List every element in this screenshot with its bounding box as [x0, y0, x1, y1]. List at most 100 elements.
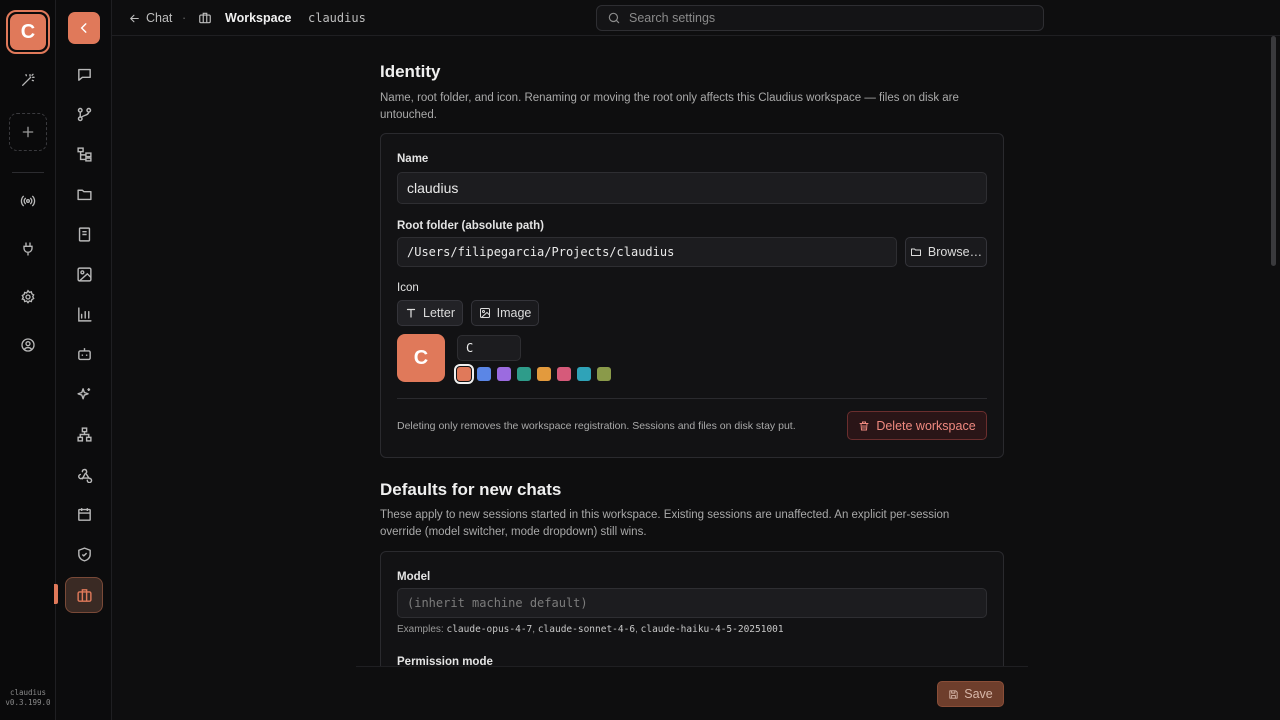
color-swatch[interactable] [537, 367, 551, 381]
name-input[interactable] [407, 180, 977, 196]
defaults-description: These apply to new sessions started in t… [380, 509, 950, 538]
folder-open-icon [910, 246, 922, 258]
tree-icon [76, 146, 93, 163]
calendar-icon [76, 506, 93, 523]
color-swatch[interactable] [557, 367, 571, 381]
nav-images[interactable] [68, 258, 100, 290]
letter-input[interactable] [466, 341, 512, 355]
settings-search[interactable] [596, 5, 1044, 31]
icon-label: Icon [397, 282, 419, 294]
book-icon [76, 226, 93, 243]
nav-skills[interactable] [68, 378, 100, 410]
example-model: claude-haiku-4-5-20251001 [640, 624, 784, 635]
identity-card: Name Root folder (absolute path) Browse…… [380, 133, 1004, 458]
folder-icon [76, 186, 93, 203]
plus-icon [20, 124, 36, 140]
bot-icon [76, 346, 93, 363]
text-icon [405, 307, 417, 319]
nav-hierarchy[interactable] [68, 418, 100, 450]
footer-version: v0.3.199.0 [5, 698, 51, 707]
bar-chart-icon [76, 306, 93, 323]
nav-webhooks[interactable] [68, 458, 100, 490]
nav-workspace[interactable] [65, 577, 103, 613]
broadcast-icon[interactable] [12, 185, 44, 217]
card-divider [397, 398, 987, 399]
scrollbar[interactable] [1271, 36, 1276, 266]
workspace-avatar[interactable]: C [6, 10, 50, 54]
user-circle-icon[interactable] [12, 329, 44, 361]
letter-tab-label: Letter [423, 306, 455, 320]
save-button[interactable]: Save [937, 681, 1004, 707]
back-to-chat-link[interactable]: Chat [128, 0, 172, 36]
image-icon [76, 266, 93, 283]
color-swatch[interactable] [517, 367, 531, 381]
color-swatch[interactable] [597, 367, 611, 381]
identity-section: Identity Name, root folder, and icon. Re… [380, 62, 1004, 124]
color-swatch[interactable] [577, 367, 591, 381]
image-tab[interactable]: Image [471, 300, 539, 326]
workspace-rail: C claudius v0.3.199.0 [0, 0, 56, 720]
delete-note: Deleting only removes the workspace regi… [397, 420, 796, 432]
image-tab-label: Image [496, 306, 532, 320]
name-field[interactable] [397, 172, 987, 204]
color-swatch[interactable] [497, 367, 511, 381]
chat-icon [76, 66, 93, 83]
settings-main: Identity Name, root folder, and icon. Re… [112, 36, 1268, 720]
nav-analytics[interactable] [68, 298, 100, 330]
root-folder-field[interactable] [397, 237, 897, 267]
nav-schedule[interactable] [68, 498, 100, 530]
nav-files[interactable] [68, 178, 100, 210]
gear-icon[interactable] [12, 281, 44, 313]
collapse-sidebar-button[interactable] [68, 12, 100, 44]
workspace-name-crumb: claudius [308, 11, 366, 25]
delete-workspace-button[interactable]: Delete workspace [847, 411, 987, 440]
letter-field[interactable] [457, 335, 521, 361]
trash-icon [858, 420, 870, 432]
identity-description: Name, root folder, and icon. Renaming or… [380, 92, 959, 121]
search-icon [607, 11, 621, 25]
save-label: Save [964, 687, 993, 701]
add-workspace-button[interactable] [9, 113, 47, 151]
footer-app-name: claudius [9, 688, 47, 697]
page-title: Workspace [225, 11, 292, 25]
color-swatch[interactable] [477, 367, 491, 381]
git-branch-icon [76, 106, 93, 123]
back-label: Chat [146, 11, 173, 25]
save-bar: Save [356, 666, 1028, 720]
nav-security[interactable] [68, 538, 100, 570]
nav-agents[interactable] [68, 338, 100, 370]
delete-workspace-label: Delete workspace [876, 418, 976, 433]
briefcase-icon [76, 587, 93, 604]
nav-git[interactable] [68, 98, 100, 130]
examples-prefix: Examples: [397, 624, 444, 635]
search-input[interactable] [629, 11, 1009, 25]
workspace-avatar-letter: C [10, 14, 46, 50]
nav-docs[interactable] [68, 218, 100, 250]
model-input[interactable] [407, 596, 977, 610]
browse-button[interactable]: Browse… [905, 237, 987, 267]
app-version-footer: claudius v0.3.199.0 [0, 688, 56, 708]
example-model: claude-opus-4-7 [446, 624, 533, 635]
nav-chat[interactable] [68, 58, 100, 90]
letter-tab[interactable]: Letter [397, 300, 463, 326]
browse-label: Browse… [927, 245, 983, 259]
color-swatches [454, 364, 617, 384]
color-swatch[interactable] [454, 364, 474, 384]
rail-divider [12, 172, 44, 173]
arrow-left-icon [128, 12, 141, 25]
name-label: Name [397, 153, 429, 165]
top-bar: Chat · Workspace claudius [112, 0, 1280, 36]
sparkles-icon [76, 386, 93, 403]
model-field[interactable] [397, 588, 987, 618]
active-nav-marker [54, 584, 58, 604]
plug-icon[interactable] [12, 233, 44, 265]
identity-title: Identity [380, 62, 441, 81]
example-model: claude-sonnet-4-6 [537, 624, 636, 635]
model-examples: Examples: claude-opus-4-7, claude-sonnet… [397, 624, 784, 635]
defaults-section: Defaults for new chats These apply to ne… [380, 480, 1004, 541]
breadcrumb-separator: · [182, 11, 187, 25]
nav-tree[interactable] [68, 138, 100, 170]
root-folder-input[interactable] [407, 245, 887, 259]
icon-preview: C [397, 334, 445, 382]
magic-wand-icon[interactable] [12, 64, 44, 96]
